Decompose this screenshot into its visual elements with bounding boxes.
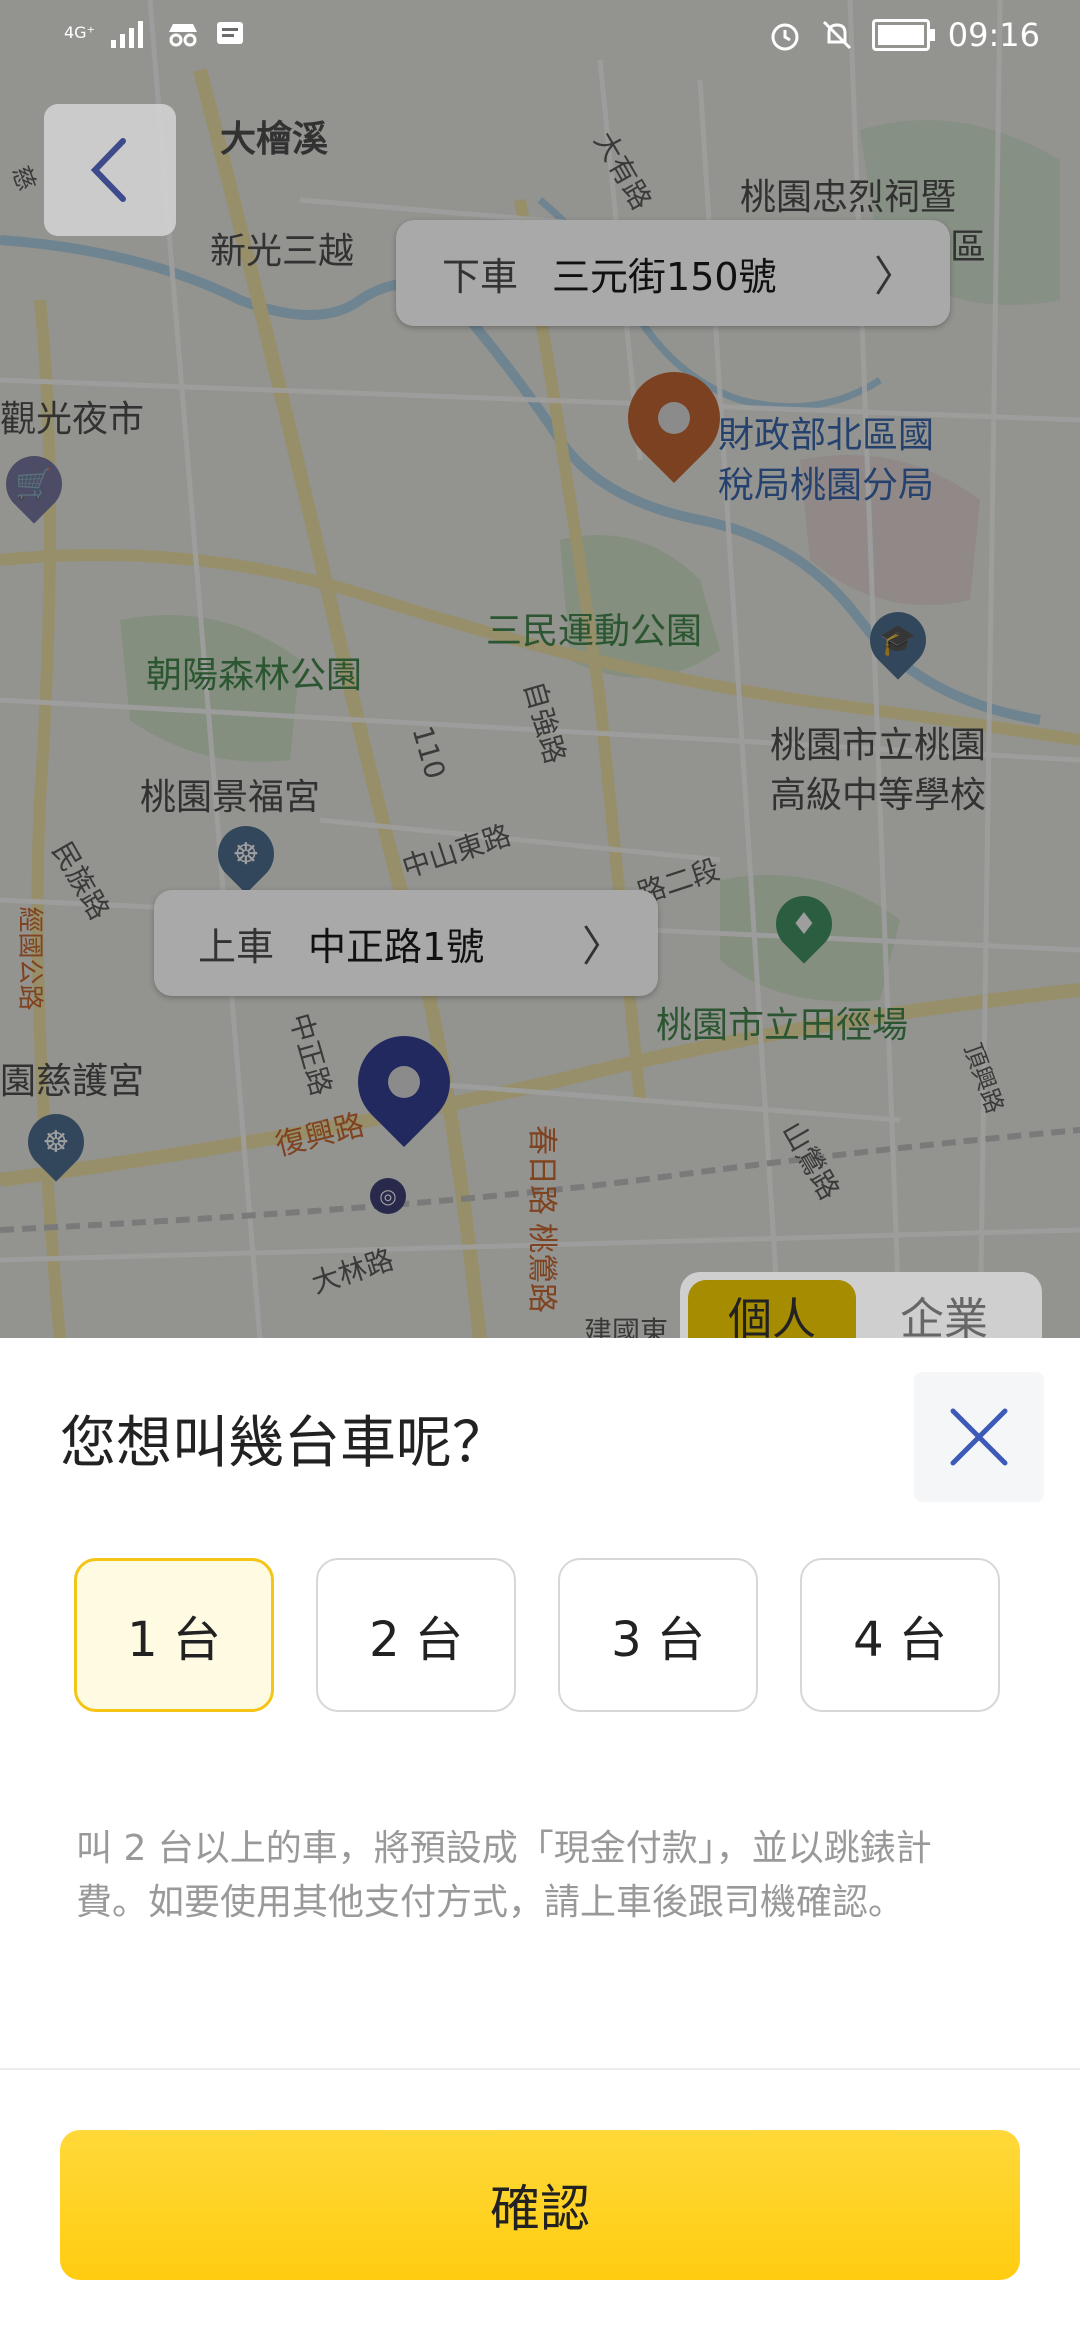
car-count-option-4[interactable]: 4 台: [800, 1558, 1000, 1712]
chevron-right-icon: 〉: [581, 921, 624, 971]
tab-personal[interactable]: 個人: [688, 1280, 856, 1342]
close-icon: [950, 1408, 1008, 1466]
car-count-option-3[interactable]: 3 台: [558, 1558, 758, 1712]
clock: 09:16: [947, 16, 1040, 54]
account-type-tabs[interactable]: 個人 企業: [680, 1272, 1042, 1342]
incognito-icon: [169, 24, 198, 47]
back-button[interactable]: [44, 104, 176, 236]
car-count-option-2[interactable]: 2 台: [316, 1558, 516, 1712]
signal-icon: [111, 21, 144, 48]
battery-icon: [871, 19, 935, 51]
dropoff-tag: 下車: [442, 254, 519, 299]
confirm-button[interactable]: 確認: [60, 2130, 1020, 2280]
chevron-right-icon: 〉: [873, 251, 916, 301]
divider: [0, 2068, 1080, 2070]
close-button[interactable]: [914, 1372, 1044, 1502]
sheet-title: 您想叫幾台車呢？: [60, 1411, 508, 1476]
car-count-sheet: 您想叫幾台車呢？ 1 台 2 台 3 台 4 台 叫 2 台以上的車，將預設成「…: [0, 1338, 1080, 2340]
car-count-option-1[interactable]: 1 台: [74, 1558, 274, 1712]
mute-icon: [822, 20, 851, 50]
network-type: 4G⁺: [64, 23, 96, 42]
tab-business[interactable]: 企業: [900, 1280, 988, 1342]
pickup-address-pill[interactable]: 上車 中正路1號 〉: [154, 890, 658, 996]
alarm-icon: [771, 23, 799, 51]
message-icon: [217, 22, 244, 44]
pickup-address: 中正路1號: [308, 924, 485, 969]
pickup-tag: 上車: [198, 924, 275, 969]
payment-note: 叫 2 台以上的車，將預設成「現金付款」，並以跳錶計費。如要使用其他支付方式，請…: [76, 1828, 932, 1923]
chevron-left-icon: [90, 138, 126, 202]
status-bar: 4G⁺ 09:16: [0, 0, 1080, 74]
dropoff-address-pill[interactable]: 下車 三元街150號 〉: [396, 220, 950, 326]
dropoff-address: 三元街150號: [552, 254, 777, 299]
